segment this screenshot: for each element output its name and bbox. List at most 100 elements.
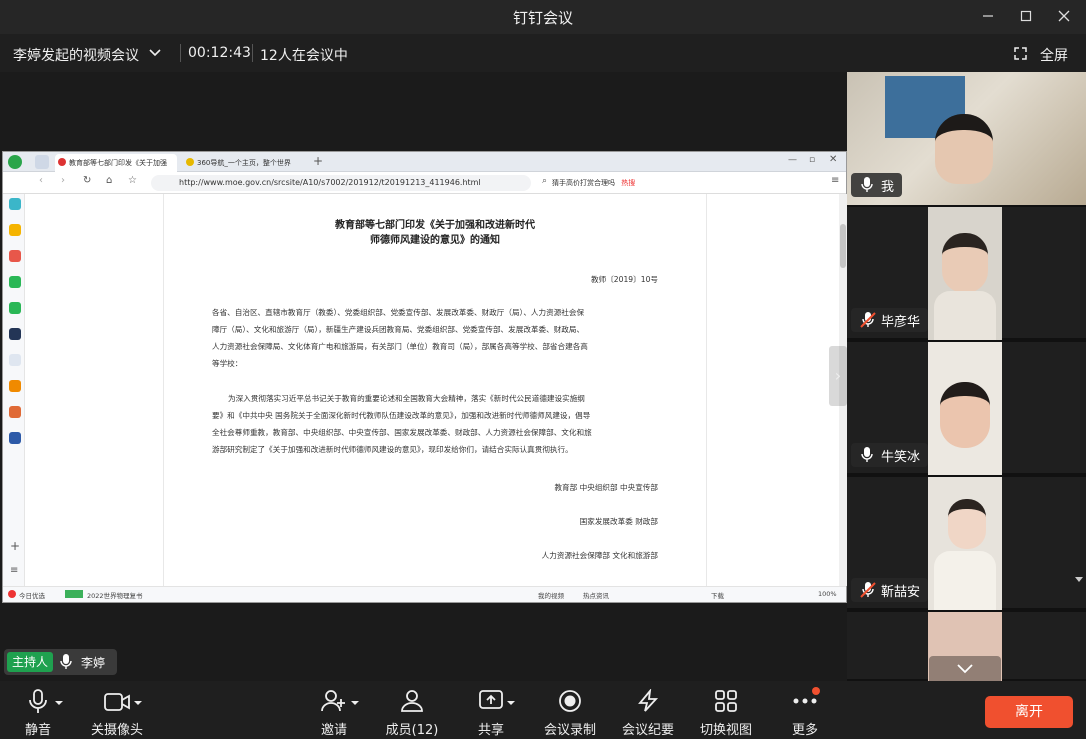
paragraph-line: 等学校：: [212, 359, 243, 368]
sidebar-weibo-icon[interactable]: [9, 250, 21, 262]
participant-name-badge: 我: [851, 173, 903, 197]
browser-close-icon[interactable]: ✕: [829, 154, 837, 165]
share-label: 共享: [477, 723, 504, 738]
browser-search-box[interactable]: 猜手高价打赏合理吗 热搜: [538, 175, 658, 191]
site-favicon-icon: [186, 158, 194, 166]
home-icon[interactable]: ⌂: [106, 175, 112, 186]
share-screen-icon: [479, 690, 503, 709]
camera-icon: [104, 693, 130, 711]
sidebar-list-icon[interactable]: ≡: [10, 565, 18, 576]
paragraph-line: 各省、自治区、直辖市教育厅（教委）、党委组织部、党委宣传部、发展改革委、财政厅（…: [212, 308, 585, 317]
record-button[interactable]: 会议录制: [540, 687, 600, 738]
host-name: 李婷: [81, 656, 106, 670]
my-video-link[interactable]: 我的视频: [538, 590, 564, 600]
participant-tile[interactable]: 靳喆安: [847, 477, 1086, 610]
forward-icon[interactable]: ›: [61, 175, 65, 186]
status-news-link[interactable]: 2022世界物理复书: [87, 590, 143, 600]
close-button[interactable]: [1045, 0, 1083, 32]
participant-face: [942, 233, 988, 293]
minimize-button[interactable]: [969, 0, 1007, 32]
sidebar-game-icon[interactable]: [9, 406, 21, 418]
browser-restore-icon[interactable]: ▫: [809, 155, 815, 165]
scrollbar-thumb[interactable]: [840, 224, 846, 268]
document-page: 教育部等七部门印发《关于加强和改进新时代 师德师风建设的意见》的通知 教师〔20…: [163, 194, 707, 586]
camera-button[interactable]: 关摄像头: [84, 687, 150, 738]
sidebar-app-icon[interactable]: [9, 328, 21, 340]
caret-down-icon[interactable]: [507, 701, 515, 707]
scroll-down-icon[interactable]: [1075, 577, 1083, 583]
participant-face: [940, 382, 990, 448]
hot-news-link[interactable]: 热点资讯: [583, 590, 609, 600]
sidebar-game-icon[interactable]: [9, 380, 21, 392]
sidebar-doc-icon[interactable]: [9, 354, 21, 366]
status-left-link[interactable]: 今日优选: [19, 590, 45, 600]
participant-count: 12人在会议中: [260, 48, 348, 64]
caret-down-icon[interactable]: [351, 701, 359, 707]
back-icon[interactable]: ‹: [39, 175, 43, 186]
caret-down-icon[interactable]: [134, 701, 142, 707]
meeting-name[interactable]: 李婷发起的视频会议: [13, 45, 139, 65]
download-link[interactable]: 下载: [711, 590, 724, 600]
participant-name: 靳喆安: [881, 585, 921, 600]
paragraph-line: 为深入贯彻落实习近平总书记关于教育的重要论述和全国教育大会精神，落实《新时代公民…: [228, 394, 585, 403]
host-indicator: 主持人 李婷: [4, 649, 117, 675]
document-paragraph: 各省、自治区、直辖市教育厅（教委）、党委组织部、党委宣传部、发展改革委、财政厅（…: [212, 304, 658, 372]
record-icon: [559, 690, 581, 712]
microphone-muted-icon: [860, 312, 876, 328]
participant-tile[interactable]: 毕彦华: [847, 207, 1086, 340]
reload-icon[interactable]: ↻: [83, 175, 91, 186]
document-title: 教育部等七部门印发《关于加强和改进新时代: [335, 220, 535, 231]
sidebar-game-icon[interactable]: [9, 432, 21, 444]
search-icon: ⌕: [542, 176, 548, 186]
tab-label: 教育部等七部门印发《关于加强: [69, 159, 167, 167]
url-input[interactable]: http://www.moe.gov.cn/srcsite/A10/s7002/…: [151, 175, 531, 191]
minimize-icon: [983, 15, 993, 17]
leave-button[interactable]: 离开: [985, 696, 1073, 728]
sidebar-mail-icon[interactable]: [9, 276, 21, 288]
participant-face: [948, 499, 986, 549]
sidebar-add-icon[interactable]: +: [10, 539, 20, 553]
sidebar-star-icon[interactable]: [9, 224, 21, 236]
browser-tab-bar: 教育部等七部门印发《关于加强 360导航_一个主页，整个世界 + — ▫ ✕: [3, 152, 846, 172]
navigate-icon[interactable]: [35, 155, 49, 169]
paragraph-line: 游部研究制定了《关于加强和改进新时代师德师风建设的意见》，现印发给你们，请结合实…: [212, 445, 573, 454]
zoom-level[interactable]: 100%: [818, 590, 837, 598]
participant-tile[interactable]: 我: [847, 72, 1086, 205]
minutes-button[interactable]: 会议纪要: [618, 687, 678, 738]
menu-icon[interactable]: ≡: [831, 175, 839, 186]
next-page-arrow-icon[interactable]: ›: [829, 346, 847, 406]
grid-view-icon: [715, 690, 737, 712]
document-paragraph: 为深入贯彻落实习近平总书记关于教育的重要论述和全国教育大会精神，落实《新时代公民…: [212, 390, 658, 458]
maximize-button[interactable]: [1007, 0, 1045, 32]
sidebar-link-icon[interactable]: [9, 302, 21, 314]
more-button[interactable]: 更多: [784, 687, 826, 738]
sidebar-app-icon[interactable]: [9, 198, 21, 210]
favorite-icon[interactable]: ☆: [128, 175, 137, 186]
fullscreen-button[interactable]: 全屏: [1040, 45, 1068, 65]
share-button[interactable]: 共享: [470, 687, 515, 738]
invite-button[interactable]: 邀请: [312, 687, 359, 738]
more-icon: [793, 698, 817, 704]
chevron-down-icon[interactable]: [149, 48, 161, 58]
caret-down-icon[interactable]: [55, 701, 63, 707]
members-button[interactable]: 成员(12): [382, 687, 442, 738]
participant-name: 毕彦华: [881, 315, 921, 330]
microphone-icon: [861, 177, 873, 192]
document-signature: 国家发展改革委 财政部: [579, 517, 658, 526]
collapse-panel-button[interactable]: [929, 656, 1001, 681]
browser-tab-active[interactable]: 教育部等七部门印发《关于加强: [55, 154, 177, 172]
mute-button[interactable]: 静音: [10, 687, 66, 738]
switch-view-button[interactable]: 切换视图: [696, 687, 756, 738]
browser-tab[interactable]: 360导航_一个主页，整个世界: [183, 154, 303, 172]
tab-label: 360导航_一个主页，整个世界: [197, 159, 291, 167]
shared-screen: 教育部等七部门印发《关于加强 360导航_一个主页，整个世界 + — ▫ ✕ ‹…: [2, 151, 847, 603]
fullscreen-icon[interactable]: [1014, 47, 1027, 60]
meeting-duration: 00:12:43: [188, 45, 251, 61]
document-number: 教师〔2019〕10号: [591, 275, 658, 284]
participant-video: [928, 477, 1002, 610]
participant-tile[interactable]: 牛笑冰: [847, 342, 1086, 475]
participant-body: [934, 291, 996, 340]
browser-minimize-icon[interactable]: —: [788, 155, 797, 165]
new-tab-icon[interactable]: +: [313, 154, 323, 168]
meeting-info-bar: 李婷发起的视频会议 00:12:43 12人在会议中 全屏: [0, 34, 1086, 72]
